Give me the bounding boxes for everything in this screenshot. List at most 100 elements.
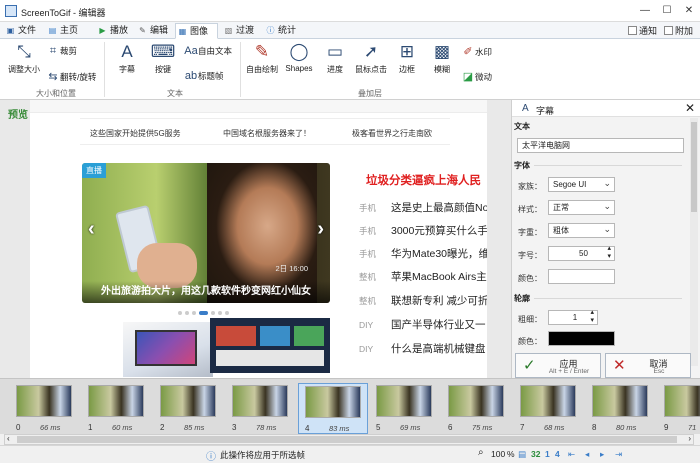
watermark-button[interactable]: ✐ 水印 [461, 45, 492, 58]
watermark-icon: ✐ [463, 46, 473, 58]
timeline-scrollbar[interactable]: ‹ › [4, 434, 694, 445]
close-icon[interactable]: ✕ [678, 0, 700, 22]
tab-transition[interactable]: ▧ 过渡 [222, 23, 258, 39]
frame-thumbnail[interactable]: 6 75 ms [442, 383, 512, 434]
section-divider [534, 298, 682, 299]
last-frame-icon[interactable]: ⇥ [615, 449, 622, 460]
free-text-button[interactable]: Aa自由文本 [184, 45, 232, 57]
tab-statistics[interactable]: ⓘ 统计 [264, 23, 300, 39]
caption-button[interactable]: A 字幕 [110, 42, 144, 75]
cancel-icon: ✕ [613, 357, 626, 374]
cancel-button[interactable]: ✕ 取消 Esc [605, 353, 691, 378]
font-family-select[interactable]: Segoe UI [548, 176, 615, 192]
news-item: 手机 3000元预算买什么手 [359, 225, 487, 237]
brush-icon: ✎ [254, 42, 270, 61]
panel-scrollbar[interactable] [690, 118, 698, 366]
frame-thumbnail[interactable]: 1 60 ms [82, 383, 152, 434]
stepper-arrows-icon[interactable]: ▴ ▾ [590, 309, 594, 325]
frame-thumbnail[interactable]: 971 ms [658, 383, 700, 434]
frame-count: 32 [531, 449, 541, 459]
frame-canvas[interactable]: 这些国家开始提供5G服务 中国域名根服务器来了！ 极客看世界之行走南欧 直播 ‹… [30, 100, 487, 378]
scroll-left-icon[interactable]: ‹ [7, 434, 10, 443]
tab-home[interactable]: ▤ 主页 [46, 23, 88, 39]
frame-thumbnail[interactable]: 0 66 ms [10, 383, 80, 434]
extra-checkbox[interactable] [664, 26, 673, 35]
frame-thumbnail[interactable]: 5 69 ms [370, 383, 440, 434]
thickness-label: 粗细： [518, 315, 542, 324]
first-frame-icon[interactable]: ⇤ [568, 449, 575, 460]
tab-play[interactable]: ▶ 播放 [96, 23, 130, 39]
photo-caption: 外出旅游拍大片，用这几款软件秒变网红小仙女 [82, 281, 330, 303]
headline-link: 这些国家开始提供5G服务 [90, 129, 181, 138]
scroll-thumb[interactable] [691, 122, 697, 212]
ribbon-divider [104, 42, 105, 97]
home-icon: ▤ [48, 26, 57, 35]
resize-button[interactable]: ⤡ 调整大小 [4, 42, 44, 75]
font-color-picker[interactable] [548, 269, 615, 284]
font-weight-select[interactable]: 粗体 [548, 222, 615, 238]
notifications-toggle[interactable]: 通知 [628, 24, 657, 37]
status-message: 此操作将应用于所选帧 [220, 450, 306, 460]
outline-thickness-stepper[interactable]: 1 ▴ ▾ [548, 309, 598, 325]
window-controls: — ☐ ✕ [634, 0, 700, 22]
frame-thumbnail[interactable]: 8 80 ms [586, 383, 656, 434]
previous-frame-icon[interactable]: ◂ [585, 449, 589, 460]
font-style-select[interactable]: 正常 [548, 199, 615, 215]
frame-thumbnail[interactable]: 3 78 ms [226, 383, 296, 434]
notify-checkbox[interactable] [628, 26, 637, 35]
frame-thumbnail[interactable]: 7 68 ms [514, 383, 584, 434]
tab-edit[interactable]: ✎ 编辑 [136, 23, 172, 39]
flip-rotate-button[interactable]: ⇆ 翻转/旋转 [46, 70, 96, 83]
title-frame-button[interactable]: ab标题帧 [184, 70, 224, 82]
cursor-icon: ➚ [363, 42, 379, 61]
frame-thumbnail[interactable]: 2 85 ms [154, 383, 224, 434]
cinemagraph-button[interactable]: ◪ 微动 [461, 70, 492, 83]
shapes-button[interactable]: ◯ Shapes [283, 42, 315, 73]
group-label-size: 大小和位置 [36, 89, 76, 98]
frames-icon: ▤ [518, 449, 527, 459]
news-item: 整机 苹果MacBook Airs主 [359, 271, 487, 283]
apply-button[interactable]: ✓ 应用 Alt + E / Enter [515, 353, 601, 378]
news-item: 手机 这是史上最高颜值No [359, 202, 487, 214]
crop-button[interactable]: ⌗ 裁剪 [46, 45, 77, 58]
feature-photo: 直播 ‹ › 2日 16:00 外出旅游拍大片，用这几款软件秒变网红小仙女 [82, 163, 330, 303]
news-item: DIY 什么是高端机械键盘 [359, 343, 486, 355]
extras-toggle[interactable]: 附加 [664, 24, 693, 37]
section-divider [534, 165, 682, 166]
style-label: 样式： [518, 205, 542, 214]
free-drawing-button[interactable]: ✎ 自由绘制 [244, 42, 280, 75]
pixelate-button[interactable]: ▩ 模糊 [428, 42, 456, 75]
maximize-icon[interactable]: ☐ [656, 0, 678, 22]
progress-icon: ▭ [326, 42, 344, 61]
zoom-level[interactable]: 100 [491, 449, 505, 459]
play-icon[interactable]: ▸ [600, 449, 604, 460]
caption-text-input[interactable]: 太平洋电脑网 [517, 138, 684, 153]
stepper-arrows-icon[interactable]: ▴ ▾ [607, 245, 611, 261]
title-bar: ScreenToGif - 编辑器 — ☐ ✕ [0, 0, 700, 22]
laptop-thumbnail [123, 322, 213, 377]
news-item: 手机 华为Mate30曝光，维 [359, 248, 487, 260]
scroll-thumb[interactable] [17, 436, 677, 443]
preview-area[interactable]: 预览 这些国家开始提供5G服务 中国域名根服务器来了！ 极客看世界之行走南欧 直… [0, 100, 511, 378]
keystrokes-button[interactable]: ⌨ 按键 [146, 42, 180, 75]
group-label-text: 文本 [167, 89, 183, 98]
minimize-icon[interactable]: — [634, 0, 656, 22]
frame-thumbnail-selected[interactable]: 4 83 ms [298, 383, 368, 434]
scroll-right-icon[interactable]: › [688, 434, 691, 443]
tab-file[interactable]: ▣ 文件 [4, 23, 44, 39]
zoom-icon[interactable]: ⌕ [478, 447, 484, 458]
site-nav-strip [30, 100, 487, 113]
font-size-stepper[interactable]: 50 ▴ ▾ [548, 245, 615, 261]
free-text-icon: Aa [184, 45, 198, 57]
ribbon: ⤡ 调整大小 ⌗ 裁剪 ⇆ 翻转/旋转 大小和位置 A 字幕 ⌨ 按键 Aa自由文本 ab… [0, 39, 700, 100]
mouse-clicks-button[interactable]: ➚ 鼠标点击 [352, 42, 390, 75]
border-button[interactable]: ⊞ 边框 [393, 42, 421, 75]
close-icon[interactable]: ✕ [685, 101, 695, 115]
zoom-unit: % [507, 449, 515, 459]
outline-color-picker[interactable] [548, 331, 615, 346]
check-icon: ✓ [523, 357, 536, 374]
tab-image[interactable]: ▦ 图像 [175, 23, 218, 39]
color-label: 颜色： [518, 274, 542, 283]
preview-label: 预览 [8, 110, 28, 121]
progress-button[interactable]: ▭ 进度 [320, 42, 350, 75]
